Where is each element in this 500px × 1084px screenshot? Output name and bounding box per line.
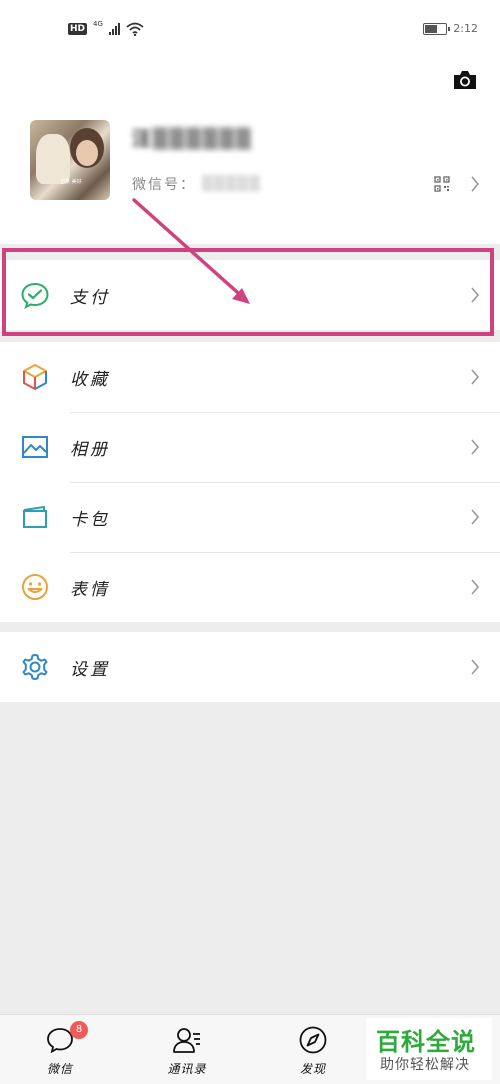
menu-group-main: 收藏 相册 卡包 表情	[0, 342, 500, 622]
tab-discover[interactable]: 发现	[253, 1015, 373, 1084]
hd-indicator: HD	[68, 23, 88, 35]
watermark-subtitle: 助你轻松解决	[380, 1057, 470, 1073]
album-icon	[22, 436, 48, 458]
wechat-id-row: 微信号： ▒▒▒▒▒	[132, 174, 261, 194]
status-bar: HD 4G 2:12	[0, 0, 500, 60]
chevron-right-icon	[471, 509, 480, 525]
wechat-id-value: ▒▒▒▒▒	[202, 176, 261, 192]
unread-badge: 8	[70, 1021, 88, 1039]
tab-contacts[interactable]: 通讯录	[127, 1015, 247, 1084]
watermark-logo: 百科全说 助你轻松解决	[366, 1018, 492, 1080]
card-wallet-icon	[23, 506, 47, 528]
clock: 2:12	[453, 22, 478, 35]
tab-chats[interactable]: 8 微信	[0, 1015, 120, 1084]
menu-label: 卡包	[70, 509, 110, 530]
menu-label: 表情	[70, 579, 110, 600]
chevron-right-icon	[471, 659, 480, 675]
menu-item-stickers[interactable]: 表情	[0, 552, 500, 622]
favorites-cube-icon	[23, 364, 47, 390]
menu-item-pay[interactable]: 支付	[0, 260, 500, 330]
chevron-right-icon	[471, 439, 480, 455]
qr-code-icon[interactable]	[434, 176, 450, 192]
profile-header[interactable]: 记录 美好 汪▒▒▒▒▒▒ 微信号： ▒▒▒▒▒	[0, 60, 500, 244]
menu-group-pay: 支付	[0, 260, 500, 330]
menu-label: 相册	[70, 439, 110, 460]
menu-item-card-wallet[interactable]: 卡包	[0, 482, 500, 552]
camera-icon[interactable]	[452, 69, 478, 91]
tab-label: 发现	[299, 1062, 326, 1076]
battery-icon	[423, 22, 451, 35]
menu-label: 支付	[70, 287, 110, 308]
wechat-pay-icon	[21, 282, 49, 310]
menu-item-favorites[interactable]: 收藏	[0, 342, 500, 412]
avatar[interactable]: 记录 美好	[30, 120, 110, 200]
sticker-smile-icon	[22, 574, 48, 600]
settings-gear-icon	[22, 654, 48, 680]
status-right: 2:12	[423, 22, 478, 35]
menu-label: 设置	[70, 659, 110, 680]
chevron-right-icon	[471, 579, 480, 595]
chevron-right-icon	[471, 176, 480, 192]
tab-label: 通讯录	[167, 1062, 207, 1076]
signal-icon	[108, 23, 120, 35]
watermark-title: 百科全说	[376, 1028, 476, 1056]
nickname: 汪▒▒▒▒▒▒	[132, 127, 253, 150]
discover-compass-icon	[299, 1026, 327, 1054]
chevron-right-icon	[471, 287, 480, 303]
menu-item-settings[interactable]: 设置	[0, 632, 500, 702]
menu-item-album[interactable]: 相册	[0, 412, 500, 482]
chevron-right-icon	[471, 369, 480, 385]
status-indicators: HD 4G	[68, 20, 144, 36]
network-type: 4G	[93, 20, 103, 28]
menu-group-settings: 设置	[0, 632, 500, 702]
wifi-icon	[126, 22, 144, 36]
menu-label: 收藏	[70, 369, 110, 390]
wechat-id-label: 微信号：	[132, 177, 196, 193]
contacts-icon	[173, 1028, 200, 1053]
tab-label: 微信	[46, 1062, 73, 1076]
